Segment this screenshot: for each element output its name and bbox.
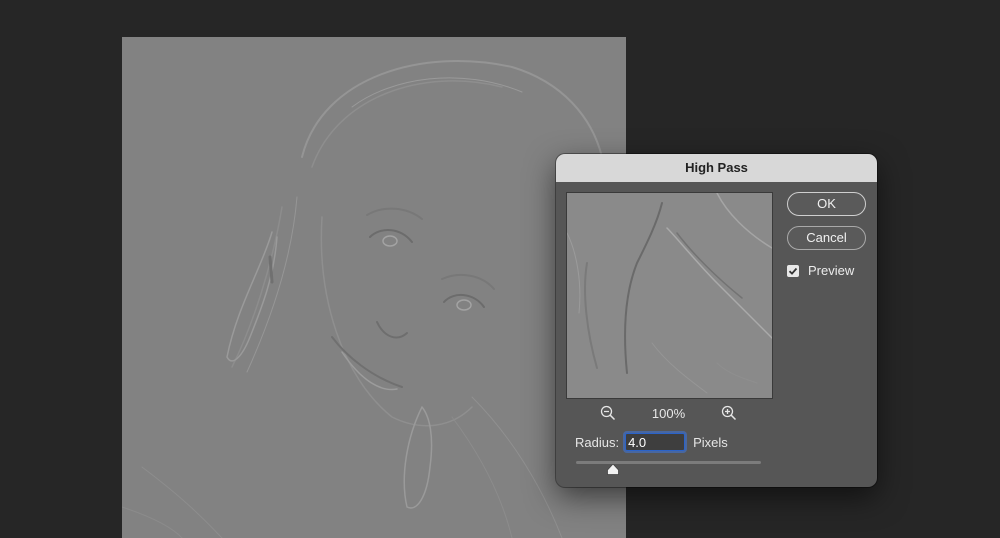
- zoom-out-icon[interactable]: [600, 405, 616, 421]
- high-pass-dialog: High Pass 100% Radius: 4.0 Pixels OK Can…: [556, 154, 877, 487]
- preview-label: Preview: [808, 263, 855, 278]
- radius-input[interactable]: [625, 433, 686, 451]
- document-canvas: [122, 37, 626, 538]
- radius-slider[interactable]: [576, 458, 761, 475]
- filter-preview[interactable]: [566, 192, 773, 399]
- radius-label: Radius:: [575, 434, 620, 450]
- zoom-controls: 100%: [566, 404, 771, 422]
- zoom-level: 100%: [651, 405, 686, 421]
- preview-image: [567, 193, 772, 398]
- zoom-in-icon[interactable]: [721, 405, 737, 421]
- radius-row: Radius: Pixels: [575, 432, 728, 452]
- dialog-title: High Pass: [556, 154, 877, 182]
- radius-unit: Pixels: [693, 434, 728, 450]
- preview-checkbox[interactable]: [787, 264, 799, 277]
- radius-slider-thumb[interactable]: [607, 462, 619, 475]
- ok-button[interactable]: OK: [787, 192, 866, 216]
- high-pass-image: [122, 60, 603, 538]
- checkmark-icon: [788, 267, 798, 275]
- cancel-button[interactable]: Cancel: [787, 226, 866, 250]
- radius-slider-track[interactable]: [576, 461, 761, 464]
- preview-toggle[interactable]: Preview: [787, 263, 854, 278]
